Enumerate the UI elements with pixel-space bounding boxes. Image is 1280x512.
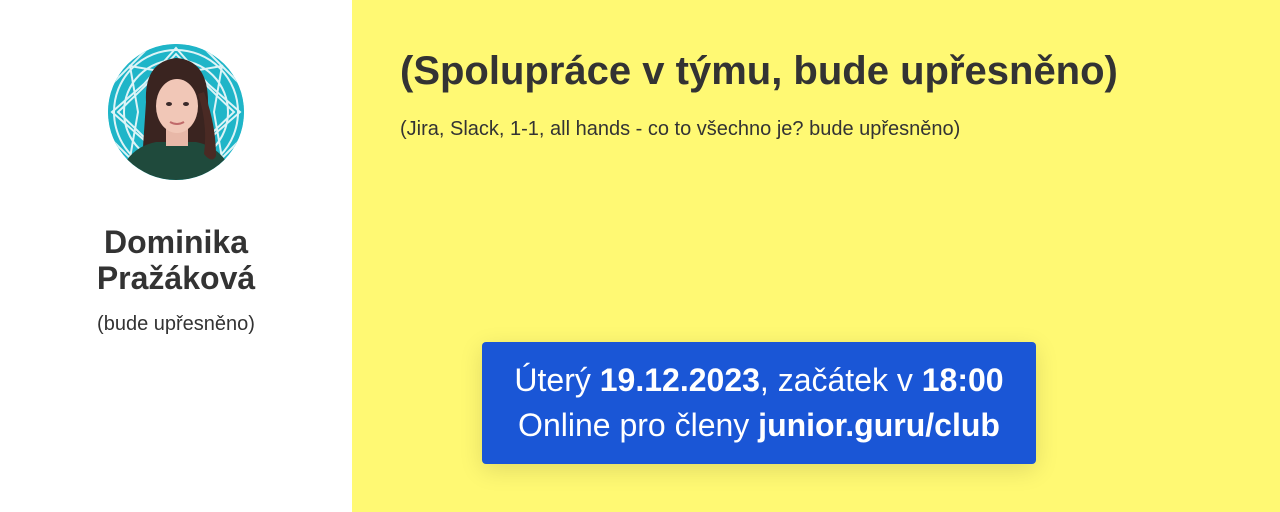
speaker-first-name: Dominika — [103, 224, 249, 260]
event-online-label: Online pro členy — [518, 407, 750, 443]
speaker-avatar — [108, 44, 244, 180]
event-date: 19.12.2023 — [599, 362, 760, 398]
event-url: junior.guru/club — [758, 407, 1000, 443]
speaker-role: (bude upřesněno) — [97, 313, 255, 335]
event-info-box: Úterý 19.12.2023, začátek v 18:00 Online… — [482, 342, 1036, 464]
avatar-portrait-icon — [108, 44, 244, 180]
event-time: 18:00 — [921, 362, 1004, 398]
speaker-panel: Dominika Pražáková (bude upřesněno) — [0, 0, 352, 512]
talk-panel: (Spolupráce v týmu, bude upřesněno) (Jir… — [352, 0, 1280, 512]
event-start-label: , začátek v — [759, 362, 913, 398]
speaker-name: Dominika Pražáková — [0, 224, 352, 296]
event-day: Úterý — [514, 362, 591, 398]
speaker-last-name: Pražáková — [96, 260, 256, 296]
event-card: Dominika Pražáková (bude upřesněno) (Spo… — [0, 0, 1280, 512]
talk-description: (Jira, Slack, 1-1, all hands - co to vše… — [400, 118, 961, 140]
event-date-line: Úterý 19.12.2023, začátek v 18:00 — [482, 358, 1036, 403]
talk-title: (Spolupráce v týmu, bude upřesněno) — [400, 49, 1118, 93]
event-location-line: Online pro členy junior.guru/club — [482, 403, 1036, 448]
